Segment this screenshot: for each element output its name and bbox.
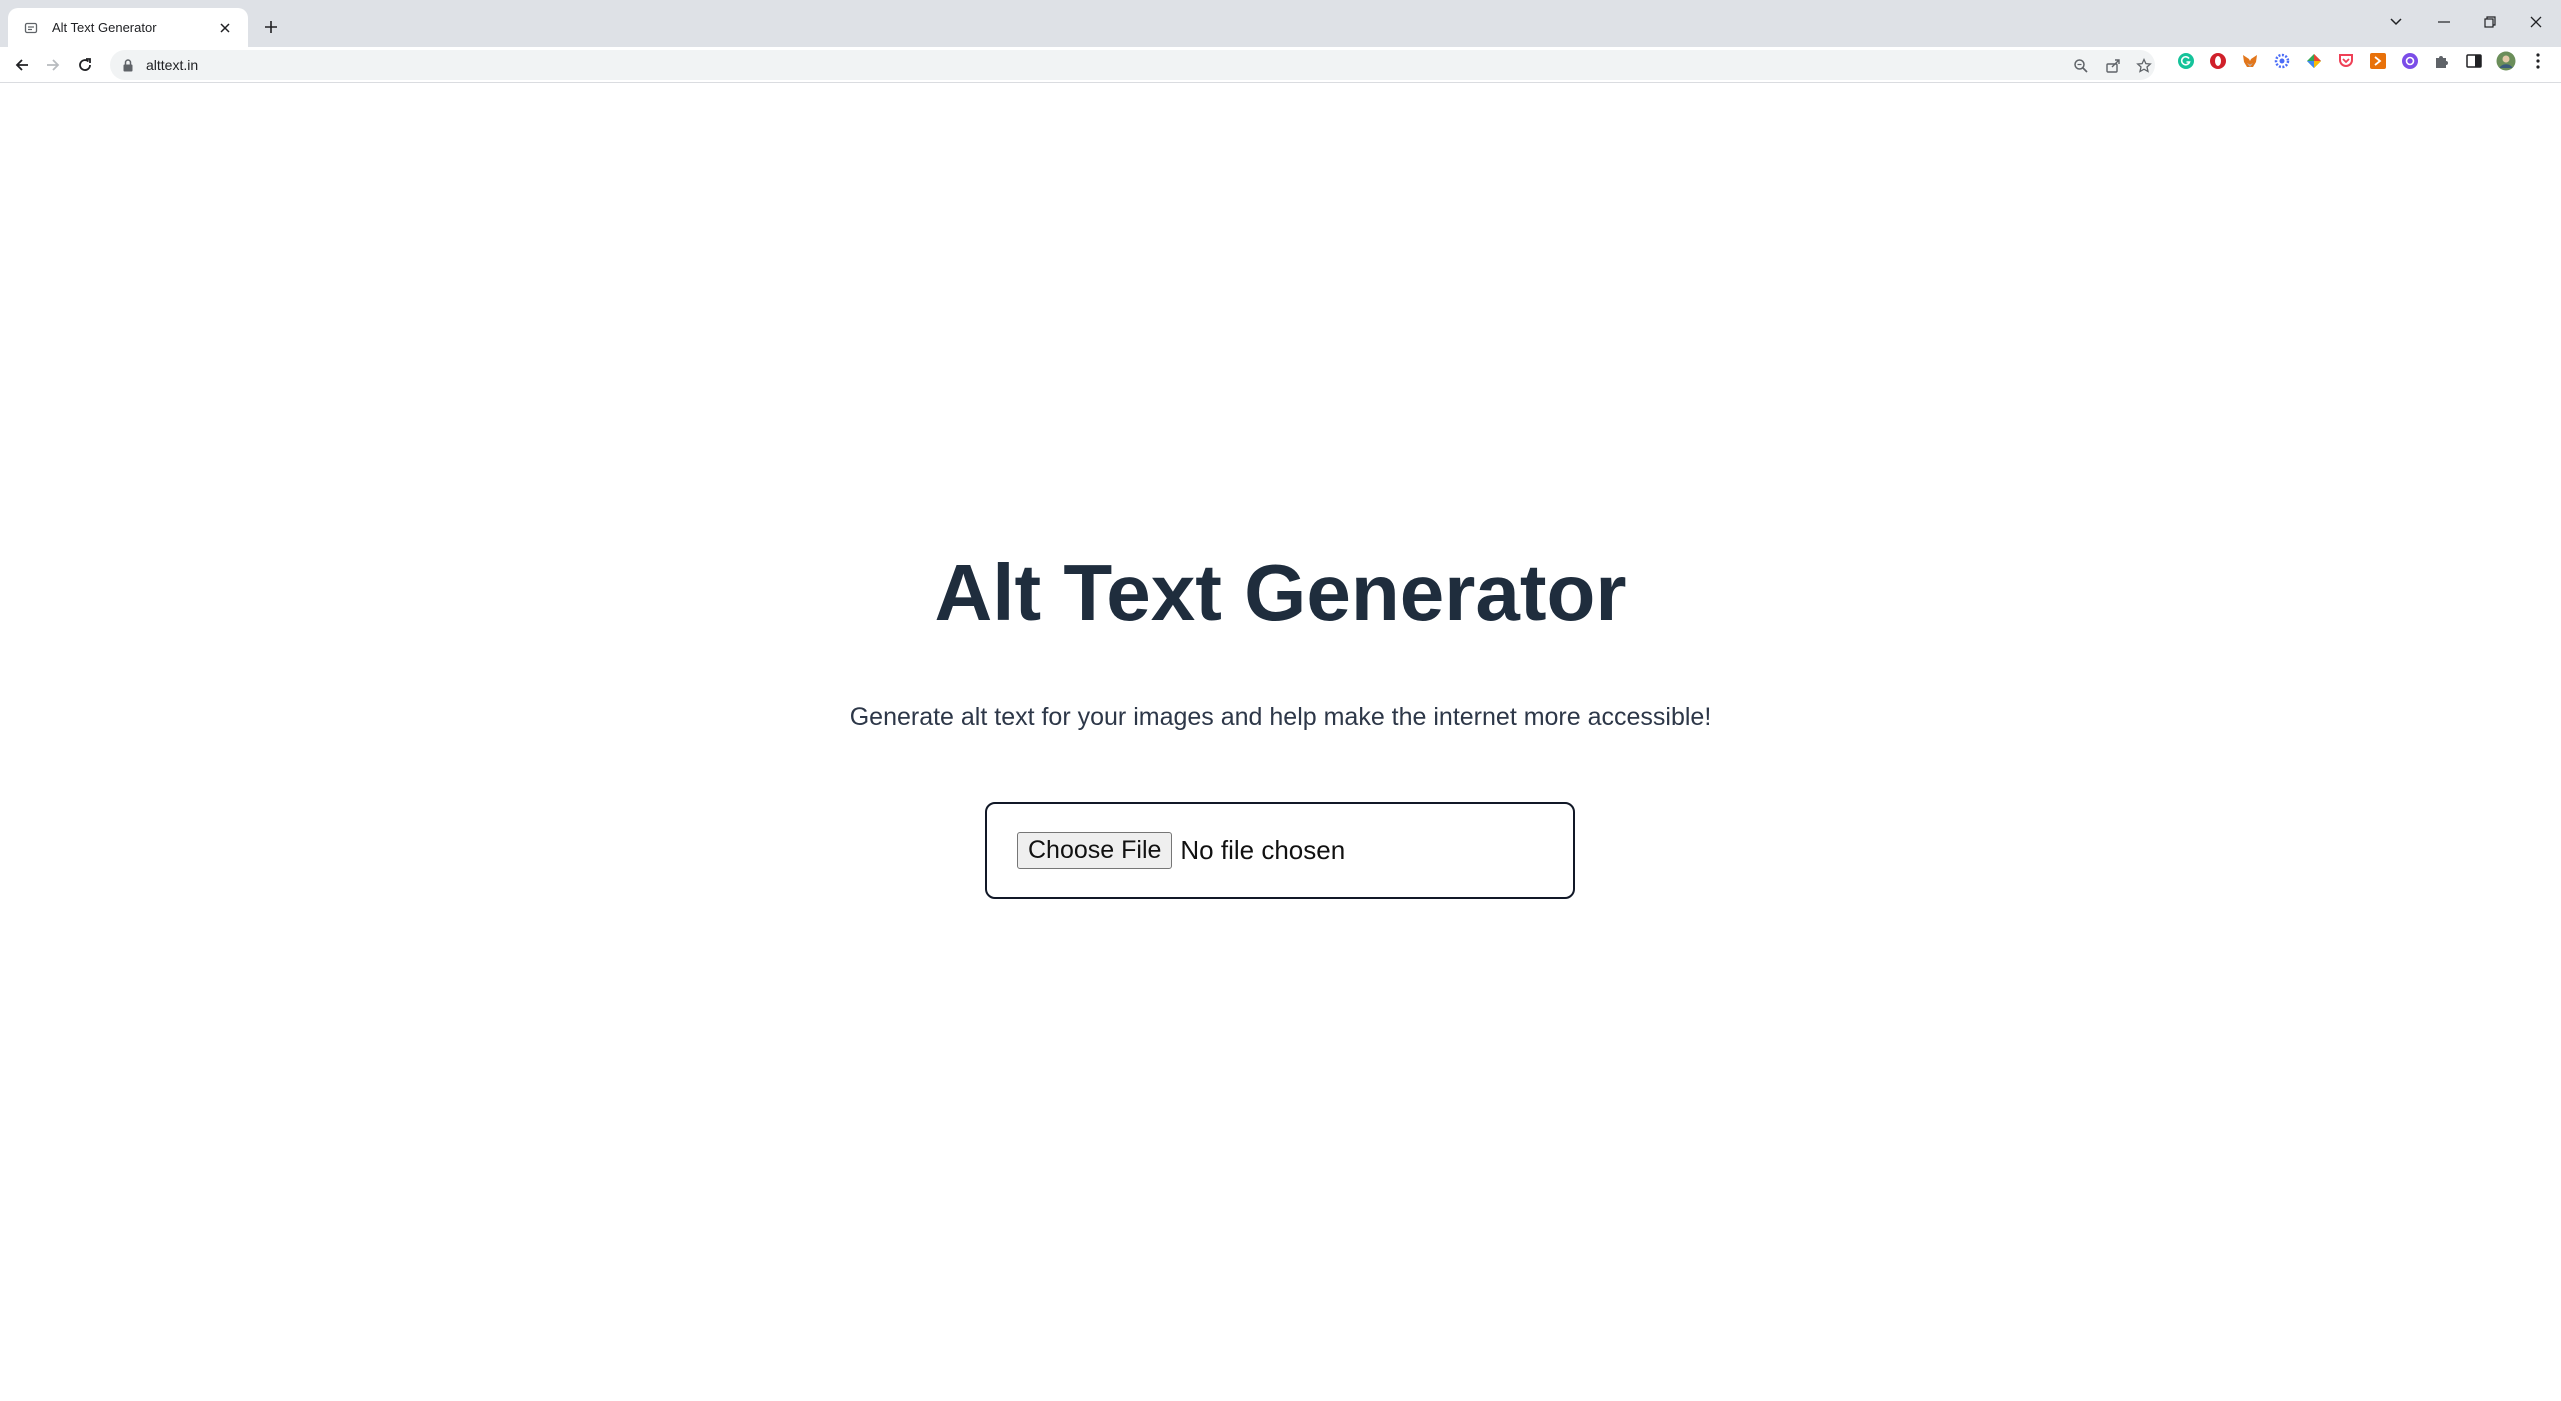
file-status-text: No file chosen [1180,835,1346,865]
tab-title: Alt Text Generator [52,20,157,35]
new-tab-icon[interactable] [256,12,286,42]
minimize-icon[interactable] [2422,6,2466,38]
browser-menu-icon[interactable] [2527,50,2549,72]
page-title: Alt Text Generator [934,548,1627,637]
side-panel-icon[interactable] [2463,50,2485,72]
settings-gear-extension-icon[interactable] [2271,50,2293,72]
address-bar[interactable]: alttext.in [110,50,2155,80]
colorful-extension-icon[interactable] [2303,50,2325,72]
html-extension-icon[interactable] [2367,50,2389,72]
zoom-icon[interactable] [2072,57,2090,75]
metamask-extension-icon[interactable] [2239,50,2261,72]
close-window-icon[interactable] [2514,6,2558,38]
back-icon[interactable] [7,50,37,80]
tab-alt-text-generator[interactable]: Alt Text Generator [8,8,248,47]
page-icon [22,19,40,37]
opera-extension-icon[interactable] [2207,50,2229,72]
extensions-puzzle-icon[interactable] [2431,50,2453,72]
file-upload-box[interactable]: Choose File No file chosen [985,802,1575,899]
choose-file-button[interactable]: Choose File [1017,832,1173,869]
lock-icon[interactable] [120,57,136,73]
grammarly-extension-icon[interactable] [2175,50,2197,72]
tab-search-icon[interactable] [2374,6,2418,38]
tab-strip: Alt Text Generator [0,0,2561,47]
url-text: alttext.in [146,57,199,73]
purple-extension-icon[interactable] [2399,50,2421,72]
reload-icon[interactable] [70,50,100,80]
restore-icon[interactable] [2468,6,2512,38]
page-viewport: Alt Text Generator Generate alt text for… [0,83,2561,1401]
profile-avatar[interactable] [2495,50,2517,72]
tab-close-icon[interactable] [214,17,236,39]
forward-icon[interactable] [38,50,68,80]
share-icon[interactable] [2104,57,2122,75]
bookmark-star-icon[interactable] [2135,57,2153,75]
pocket-extension-icon[interactable] [2335,50,2357,72]
page-subtitle: Generate alt text for your images and he… [849,703,1712,731]
